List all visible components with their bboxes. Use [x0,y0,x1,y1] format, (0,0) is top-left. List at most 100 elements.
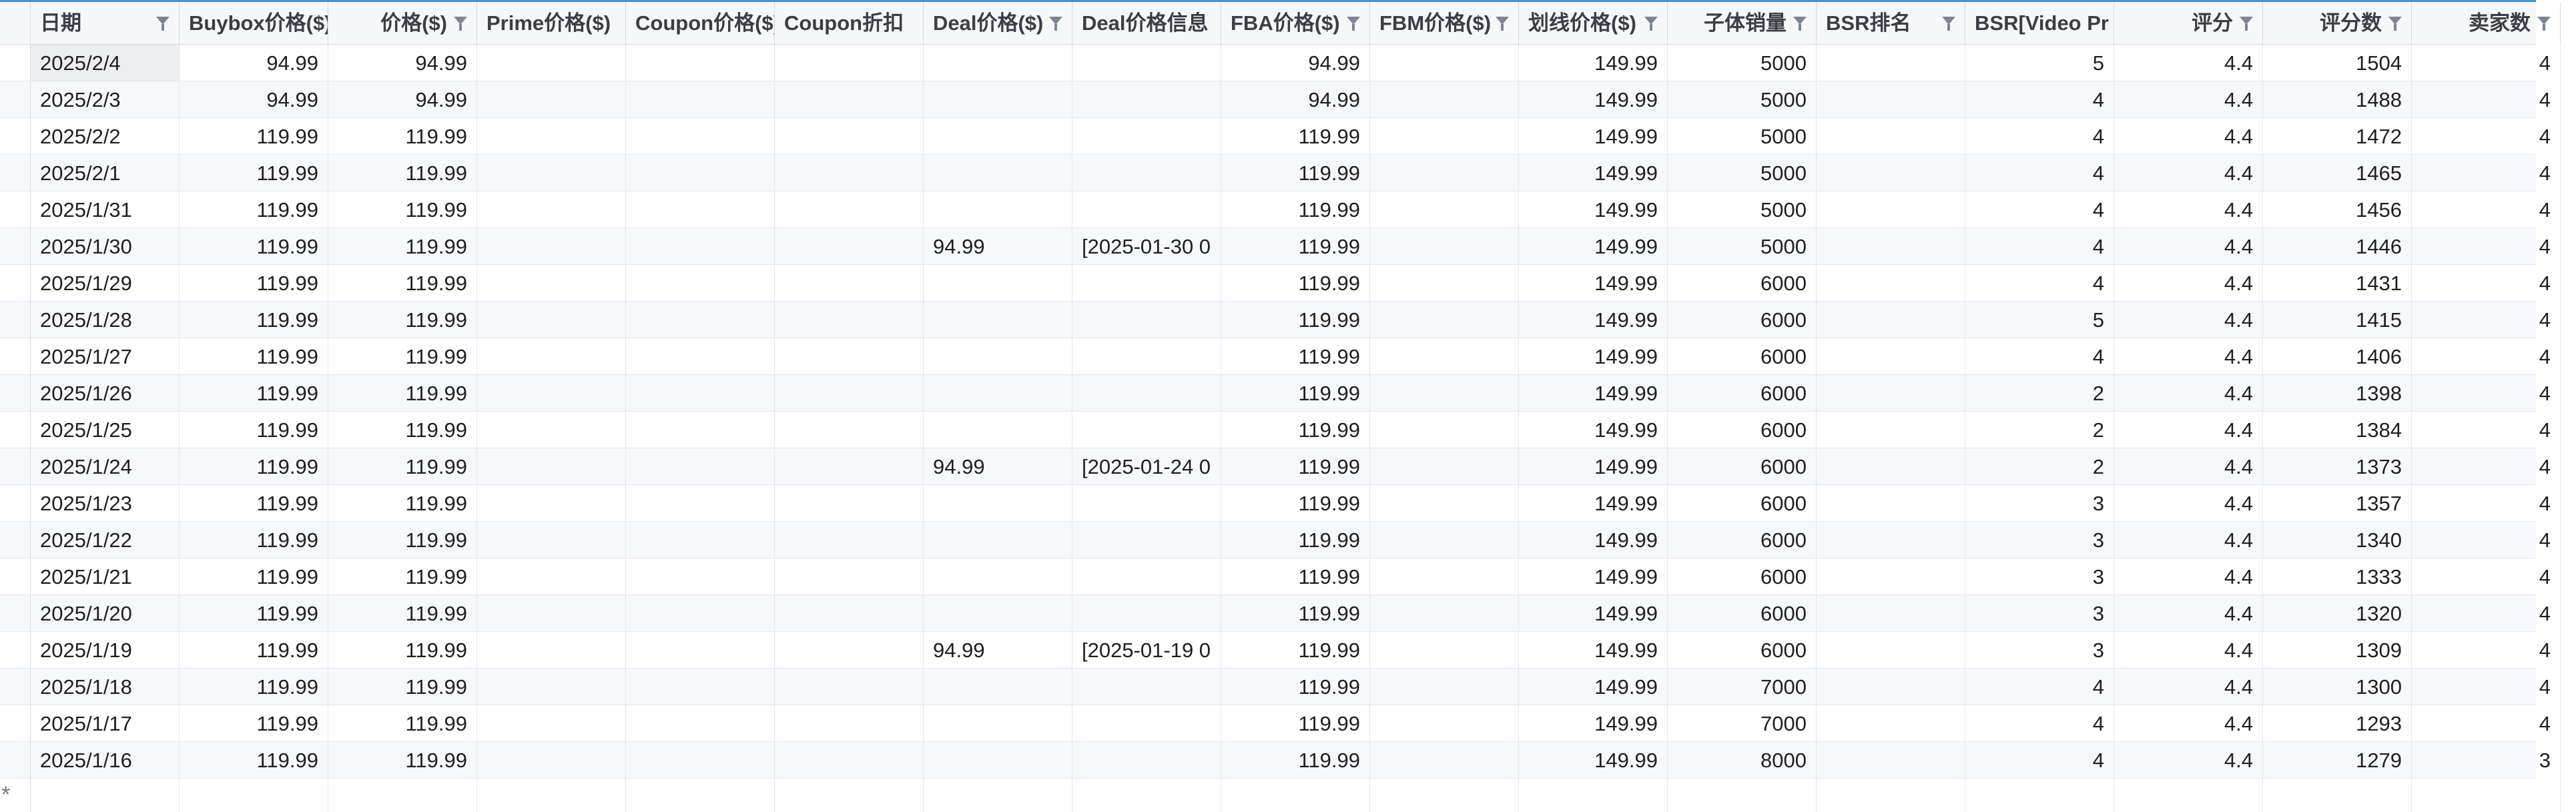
new-row-cell[interactable] [2263,779,2412,812]
table-cell[interactable]: 4.4 [2114,522,2263,558]
table-cell[interactable]: 119.99 [180,705,328,741]
table-cell[interactable]: 94.99 [328,45,477,81]
table-cell[interactable] [775,81,924,117]
table-cell[interactable] [775,375,924,411]
column-header[interactable]: 评分 [2114,2,2263,44]
table-cell[interactable]: 119.99 [180,302,328,338]
table-cell[interactable]: 119.99 [328,375,477,411]
table-cell[interactable] [626,669,775,705]
row-header[interactable] [0,81,31,117]
table-cell[interactable]: 4.4 [2114,669,2263,705]
table-cell[interactable] [1370,558,1519,594]
table-cell[interactable]: 119.99 [180,228,328,264]
table-cell[interactable]: 4 [1965,338,2114,374]
table-cell[interactable]: 119.99 [180,485,328,521]
table-cell[interactable] [1370,118,1519,154]
table-cell[interactable] [775,595,924,631]
table-cell[interactable]: 149.99 [1519,485,1668,521]
column-header[interactable]: 评分数 [2263,2,2412,44]
table-cell[interactable] [924,375,1072,411]
table-cell[interactable] [924,669,1072,705]
table-cell[interactable]: 119.99 [328,191,477,228]
column-header[interactable]: 日期 [31,2,180,44]
table-cell[interactable]: 5000 [1668,45,1817,81]
table-cell[interactable] [775,742,924,778]
table-cell[interactable]: 4.4 [2114,705,2263,741]
table-cell[interactable]: 1300 [2263,669,2412,705]
new-row-cell[interactable] [1817,779,1965,812]
table-cell[interactable]: 1309 [2263,632,2412,668]
table-cell[interactable]: 119.99 [1221,118,1370,154]
column-header[interactable]: 划线价格($) [1519,2,1668,44]
table-cell[interactable]: 119.99 [1221,595,1370,631]
table-cell[interactable] [626,485,775,521]
table-cell[interactable]: 4 [2412,191,2561,228]
table-cell[interactable] [1370,155,1519,191]
table-cell[interactable]: 4 [2412,448,2561,484]
table-cell[interactable] [477,705,626,741]
table-cell[interactable]: 2025/1/25 [31,412,180,448]
table-cell[interactable]: 4.4 [2114,81,2263,117]
table-cell[interactable]: 119.99 [180,118,328,154]
table-cell[interactable] [626,265,775,301]
table-cell[interactable]: 4.4 [2114,558,2263,594]
table-cell[interactable]: 94.99 [328,81,477,117]
table-cell[interactable]: 119.99 [1221,558,1370,594]
column-header[interactable]: 子体销量 [1668,2,1817,44]
table-cell[interactable]: 4.4 [2114,338,2263,374]
table-cell[interactable] [924,191,1072,228]
column-header[interactable]: FBA价格($) [1221,2,1370,44]
table-cell[interactable] [1072,522,1221,558]
table-cell[interactable] [775,118,924,154]
table-cell[interactable] [1370,742,1519,778]
table-cell[interactable] [477,45,626,81]
table-cell[interactable]: 119.99 [328,228,477,264]
table-cell[interactable]: 4 [1965,228,2114,264]
table-cell[interactable]: 2025/1/24 [31,448,180,484]
table-cell[interactable]: 1340 [2263,522,2412,558]
table-cell[interactable]: 1357 [2263,485,2412,521]
table-cell[interactable]: 119.99 [1221,742,1370,778]
table-cell[interactable]: 4.4 [2114,375,2263,411]
table-cell[interactable] [477,522,626,558]
table-cell[interactable]: 119.99 [1221,338,1370,374]
table-cell[interactable] [626,45,775,81]
row-header[interactable] [0,228,31,264]
table-cell[interactable]: 119.99 [1221,228,1370,264]
table-cell[interactable]: 4.4 [2114,265,2263,301]
table-cell[interactable]: 6000 [1668,632,1817,668]
table-cell[interactable]: 4 [2412,228,2561,264]
table-cell[interactable]: 4.4 [2114,742,2263,778]
table-cell[interactable] [477,302,626,338]
table-cell[interactable] [1817,522,1965,558]
table-cell[interactable]: 4 [1965,742,2114,778]
table-cell[interactable] [626,522,775,558]
table-cell[interactable]: 119.99 [180,155,328,191]
table-cell[interactable]: 6000 [1668,595,1817,631]
table-cell[interactable] [1072,375,1221,411]
table-cell[interactable]: 149.99 [1519,155,1668,191]
table-cell[interactable]: 119.99 [1221,485,1370,521]
table-cell[interactable] [1072,485,1221,521]
table-cell[interactable]: 4 [2412,558,2561,594]
table-cell[interactable]: 2025/2/4 [31,45,180,81]
new-row-cell[interactable] [1965,779,2114,812]
table-cell[interactable]: 4 [2412,669,2561,705]
table-cell[interactable]: 119.99 [328,155,477,191]
table-cell[interactable] [626,412,775,448]
table-cell[interactable]: 2025/1/30 [31,228,180,264]
filter-icon[interactable] [2388,17,2402,31]
table-cell[interactable] [924,118,1072,154]
table-cell[interactable]: 3 [1965,632,2114,668]
table-cell[interactable] [477,191,626,228]
table-cell[interactable]: 149.99 [1519,412,1668,448]
table-cell[interactable]: 6000 [1668,338,1817,374]
table-cell[interactable]: 3 [1965,522,2114,558]
table-cell[interactable] [1817,302,1965,338]
table-cell[interactable] [1370,632,1519,668]
table-cell[interactable] [924,705,1072,741]
table-cell[interactable] [775,302,924,338]
table-cell[interactable] [626,375,775,411]
table-cell[interactable] [1370,595,1519,631]
table-cell[interactable]: 4 [2412,485,2561,521]
